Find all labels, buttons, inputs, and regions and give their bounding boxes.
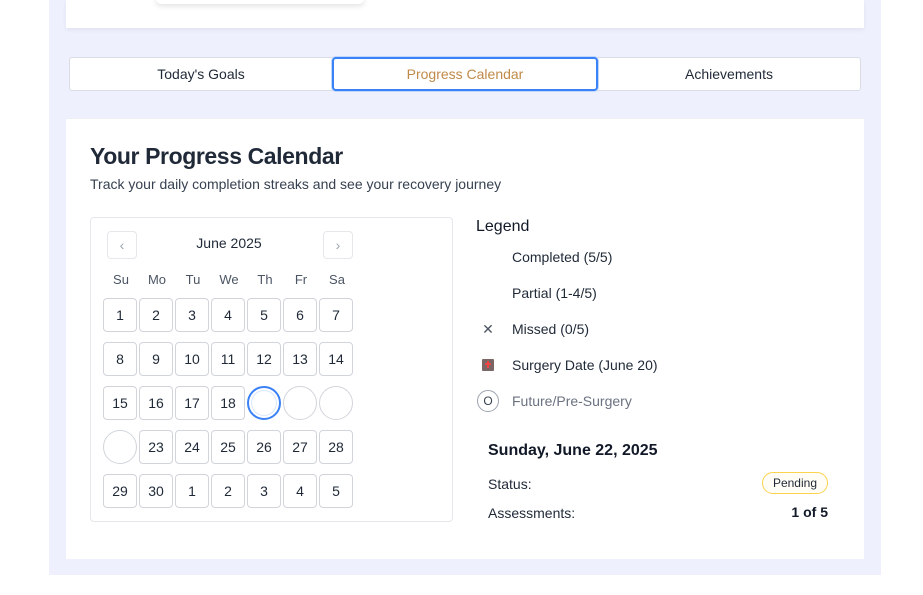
calendar-day[interactable] [319, 386, 353, 420]
legend-label: Future/Pre-Surgery [512, 393, 632, 409]
legend-item-future: O Future/Pre-Surgery [476, 389, 632, 413]
calendar-day[interactable]: 16 [139, 386, 173, 420]
calendar-day[interactable]: 5 [319, 474, 353, 508]
legend-item-completed: Completed (5/5) [476, 245, 612, 269]
calendar-day[interactable]: 15 [103, 386, 137, 420]
calendar-day[interactable]: 29 [103, 474, 137, 508]
calendar-day[interactable]: 14 [319, 342, 353, 376]
x-icon: ✕ [482, 320, 494, 337]
tab-achievements[interactable]: Achievements [598, 58, 860, 90]
calendar-day[interactable]: 27 [283, 430, 317, 464]
weekday-label: Sa [329, 272, 345, 287]
weekday-label: Su [113, 272, 129, 287]
calendar-day[interactable]: 24 [175, 430, 209, 464]
header-pill [156, 0, 364, 4]
partial-icon [476, 281, 500, 305]
calendar-day[interactable]: 2 [211, 474, 245, 508]
calendar-day[interactable]: 6 [283, 298, 317, 332]
calendar-day[interactable]: 1 [103, 298, 137, 332]
calendar-day[interactable]: 3 [247, 474, 281, 508]
legend-label: Partial (1-4/5) [512, 285, 597, 301]
calendar-day[interactable]: 13 [283, 342, 317, 376]
calendar-day-selected[interactable] [247, 386, 281, 420]
calendar-day[interactable]: 9 [139, 342, 173, 376]
tab-todays-goals[interactable]: Today's Goals [70, 58, 332, 90]
calendar-day[interactable]: 25 [211, 430, 245, 464]
tab-progress-calendar[interactable]: Progress Calendar [332, 57, 598, 91]
calendar-day[interactable]: 28 [319, 430, 353, 464]
calendar-day[interactable]: 8 [103, 342, 137, 376]
weekday-label: Tu [185, 272, 201, 287]
calendar-month-label: June 2025 [196, 235, 262, 251]
calendar-day[interactable] [103, 430, 137, 464]
calendar-day[interactable]: 4 [283, 474, 317, 508]
weekday-label: Th [257, 272, 273, 287]
calendar-day[interactable] [283, 386, 317, 420]
calendar-day[interactable]: 5 [247, 298, 281, 332]
calendar-day[interactable]: 4 [211, 298, 245, 332]
calendar-day[interactable]: 26 [247, 430, 281, 464]
calendar-day[interactable]: 7 [319, 298, 353, 332]
page-subtitle: Track your daily completion streaks and … [90, 176, 502, 192]
weekday-label: Mo [147, 272, 167, 287]
completed-icon [476, 245, 500, 269]
chevron-left-icon: ‹ [119, 237, 125, 253]
calendar-day[interactable]: 11 [211, 342, 245, 376]
calendar-day[interactable]: 1 [175, 474, 209, 508]
calendar-day[interactable]: 2 [139, 298, 173, 332]
legend-label: Surgery Date (June 20) [512, 357, 658, 373]
chevron-right-icon: › [335, 237, 341, 253]
calendar-day[interactable]: 10 [175, 342, 209, 376]
assessments-label: Assessments: [488, 505, 576, 521]
tab-bar: Today's Goals Progress Calendar Achievem… [69, 57, 861, 91]
selected-date: Sunday, June 22, 2025 [488, 442, 658, 459]
calendar: ‹ June 2025 › Su Mo Tu We Th Fr Sa 1 2 3 4 5 6 7 8 9 10… [90, 217, 453, 522]
legend-title: Legend [476, 218, 530, 235]
prev-month-button[interactable]: ‹ [107, 231, 137, 259]
calendar-day[interactable]: 17 [175, 386, 209, 420]
calendar-day[interactable]: 12 [247, 342, 281, 376]
status-label: Status: [488, 476, 532, 492]
calendar-day[interactable]: 18 [211, 386, 245, 420]
header-card [66, 0, 864, 28]
calendar-day[interactable]: 23 [139, 430, 173, 464]
next-month-button[interactable]: › [323, 231, 353, 259]
legend-label: Completed (5/5) [512, 249, 613, 265]
circle-o-icon: O [477, 390, 499, 412]
legend-label: Missed (0/5) [512, 321, 590, 337]
weekday-label: We [219, 272, 239, 287]
legend-item-partial: Partial (1-4/5) [476, 281, 597, 305]
legend-item-surgery: Surgery Date (June 20) [476, 353, 658, 377]
weekday-label: Fr [294, 272, 308, 287]
calendar-day[interactable]: 30 [139, 474, 173, 508]
status-badge: Pending [761, 472, 828, 494]
legend-item-missed: ✕ Missed (0/5) [476, 317, 589, 341]
page-title: Your Progress Calendar [90, 143, 343, 169]
calendar-day[interactable]: 3 [175, 298, 209, 332]
hospital-icon [476, 353, 500, 377]
assessments-value: 1 of 5 [791, 504, 828, 520]
progress-calendar-panel: Your Progress Calendar Track your daily … [66, 118, 864, 559]
